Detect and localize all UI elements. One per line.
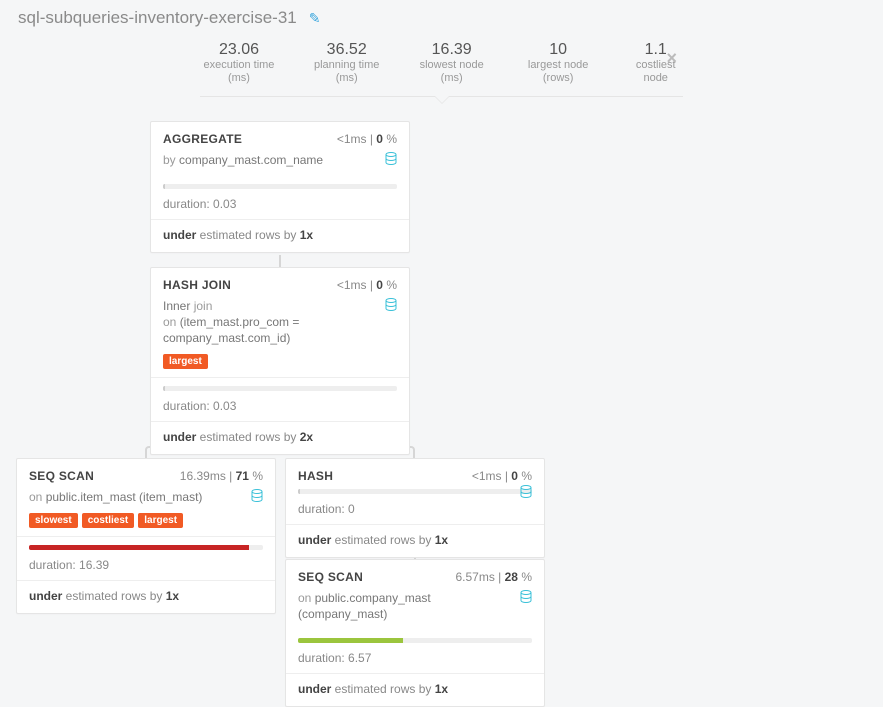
progress — [286, 489, 544, 498]
plan-node-hash[interactable]: HASH <1ms | 0 % duration: 0 under estima… — [285, 458, 545, 558]
header: sql-subqueries-inventory-exercise-31 ✎ — [0, 0, 883, 28]
node-title: SEQ SCAN — [29, 469, 94, 483]
database-icon — [520, 590, 532, 608]
plan-node-seqscan-company[interactable]: SEQ SCAN 6.57ms | 28 % on public.company… — [285, 559, 545, 707]
pointer-down-icon — [434, 96, 450, 104]
node-head: AGGREGATE <1ms | 0 % — [151, 122, 409, 152]
badges: largest — [151, 354, 409, 377]
database-icon — [385, 152, 397, 170]
node-sub: on public.item_mast (item_mast) — [17, 489, 275, 513]
node-metrics: <1ms | 0 % — [337, 132, 397, 146]
duration-label: duration: 6.57 — [286, 647, 544, 673]
stats-bar: 23.06 execution time (ms) 36.52 planning… — [200, 40, 683, 97]
node-sub: by company_mast.com_name — [151, 152, 409, 176]
stat-execution-time: 23.06 execution time (ms) — [200, 40, 278, 86]
database-icon — [251, 489, 263, 507]
node-title: HASH — [298, 469, 333, 483]
duration-label: duration: 0 — [286, 498, 544, 524]
node-title: AGGREGATE — [163, 132, 242, 146]
node-head: SEQ SCAN 6.57ms | 28 % — [286, 560, 544, 590]
badge-largest: largest — [163, 354, 208, 369]
node-sub: on public.company_mast (company_mast) — [286, 590, 544, 630]
badge-costliest: costliest — [82, 513, 135, 528]
node-metrics: <1ms | 0 % — [472, 469, 532, 483]
plan-canvas: AGGREGATE <1ms | 0 % by company_mast.com… — [0, 121, 883, 681]
node-title: SEQ SCAN — [298, 570, 363, 584]
stat-label: largest node (rows) — [520, 59, 596, 85]
duration-label: duration: 0.03 — [151, 193, 409, 219]
database-icon — [385, 298, 397, 316]
estimate-label: under estimated rows by 1x — [286, 525, 544, 557]
plan-node-seqscan-item[interactable]: SEQ SCAN 16.39ms | 71 % on public.item_m… — [16, 458, 276, 614]
node-title: HASH JOIN — [163, 278, 231, 292]
stat-largest-node: 10 largest node (rows) — [520, 40, 596, 86]
node-head: HASH <1ms | 0 % — [286, 459, 544, 489]
stat-value: 23.06 — [200, 40, 278, 59]
node-metrics: 16.39ms | 71 % — [180, 469, 263, 483]
estimate-label: under estimated rows by 2x — [151, 422, 409, 454]
stat-label: planning time (ms) — [310, 59, 383, 85]
progress — [151, 378, 409, 395]
page-title: sql-subqueries-inventory-exercise-31 — [18, 8, 297, 28]
close-icon[interactable]: × — [666, 48, 677, 69]
database-icon — [520, 485, 532, 503]
node-metrics: <1ms | 0 % — [337, 278, 397, 292]
badge-largest: largest — [138, 513, 183, 528]
plan-node-hashjoin[interactable]: HASH JOIN <1ms | 0 % Inner join on (item… — [150, 267, 410, 456]
estimate-label: under estimated rows by 1x — [286, 674, 544, 706]
node-head: HASH JOIN <1ms | 0 % — [151, 268, 409, 298]
badges: slowest costliest largest — [17, 513, 275, 536]
progress — [151, 176, 409, 193]
estimate-label: under estimated rows by 1x — [17, 581, 275, 613]
connector — [279, 255, 281, 267]
badge-slowest: slowest — [29, 513, 78, 528]
duration-label: duration: 0.03 — [151, 395, 409, 421]
progress — [17, 537, 275, 554]
stat-planning-time: 36.52 planning time (ms) — [310, 40, 383, 86]
estimate-label: under estimated rows by 1x — [151, 220, 409, 252]
stat-value: 16.39 — [415, 40, 487, 59]
stat-label: slowest node (ms) — [415, 59, 487, 85]
stat-value: 36.52 — [310, 40, 383, 59]
stat-slowest-node: 16.39 slowest node (ms) — [415, 40, 487, 86]
plan-node-aggregate[interactable]: AGGREGATE <1ms | 0 % by company_mast.com… — [150, 121, 410, 253]
edit-icon[interactable]: ✎ — [309, 10, 321, 27]
node-metrics: 6.57ms | 28 % — [455, 570, 532, 584]
stat-label: execution time (ms) — [200, 59, 278, 85]
node-sub: Inner join on (item_mast.pro_com = compa… — [151, 298, 409, 355]
node-head: SEQ SCAN 16.39ms | 71 % — [17, 459, 275, 489]
stat-value: 10 — [520, 40, 596, 59]
progress — [286, 630, 544, 647]
duration-label: duration: 16.39 — [17, 554, 275, 580]
